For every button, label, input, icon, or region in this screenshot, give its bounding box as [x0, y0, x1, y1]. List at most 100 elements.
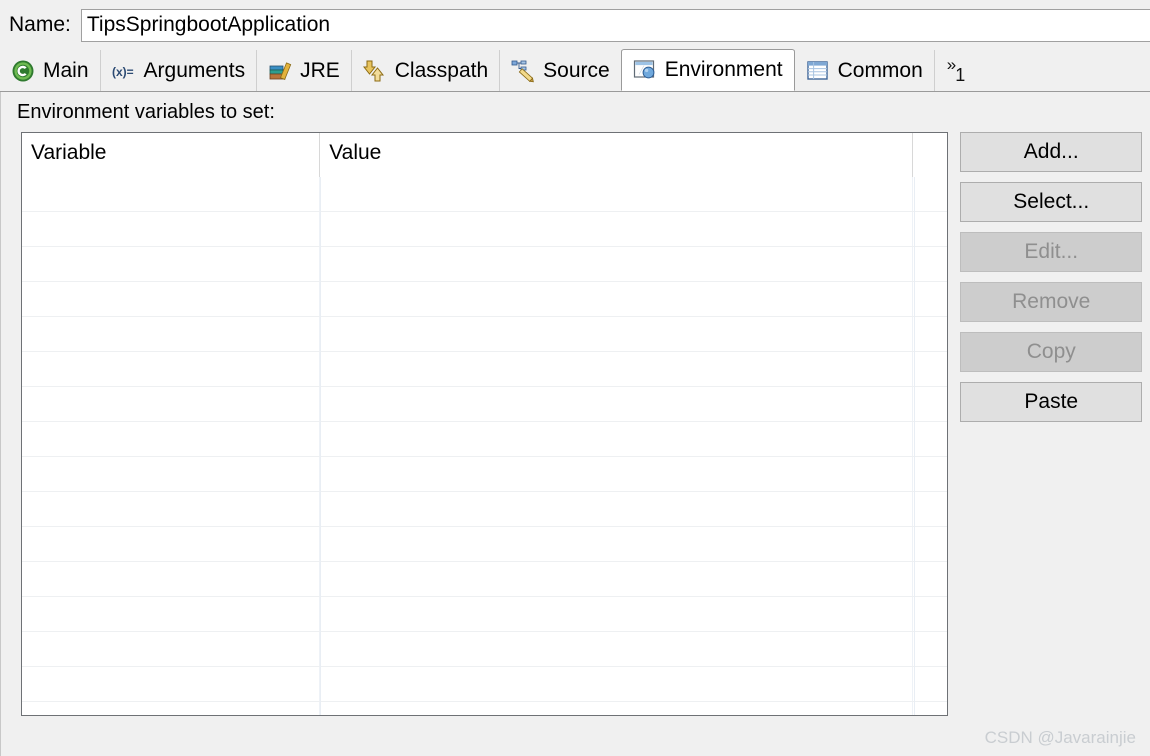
table-cell	[319, 562, 911, 596]
name-row: Name:	[0, 0, 1150, 50]
table-cell	[911, 317, 948, 351]
paste-button[interactable]: Paste	[960, 382, 1142, 422]
configuration-name-input[interactable]	[80, 8, 1150, 42]
table-row[interactable]	[22, 527, 948, 562]
edit-button: Edit...	[960, 232, 1142, 272]
tab-classpath-label: Classpath	[394, 58, 489, 82]
table-cell	[319, 422, 911, 456]
table-row[interactable]	[22, 457, 948, 492]
tab-common-label: Common	[837, 58, 923, 82]
table-cell	[22, 387, 319, 421]
table-cell	[911, 702, 948, 715]
table-row[interactable]	[22, 387, 948, 422]
table-cell	[911, 457, 948, 491]
table-cell	[22, 562, 319, 596]
watermark: CSDN @Javarainjie	[984, 728, 1136, 747]
table-row[interactable]	[22, 702, 948, 715]
tab-environment[interactable]: Environment	[620, 49, 795, 91]
table-cell	[22, 457, 319, 491]
table-row[interactable]	[22, 422, 948, 457]
table-row[interactable]	[22, 212, 948, 247]
tab-common[interactable]: Common	[793, 50, 935, 91]
table-cell	[22, 422, 319, 456]
table-row[interactable]	[22, 282, 948, 317]
table-icon	[806, 60, 828, 80]
table-rows	[22, 133, 948, 715]
table-cell	[911, 387, 948, 421]
table-cell	[22, 282, 319, 316]
environment-tab-panel: Environment variables to set: Variable V…	[0, 92, 1150, 756]
table-cell	[22, 352, 319, 386]
table-cell	[319, 597, 911, 631]
table-cell	[22, 247, 319, 281]
table-cell	[911, 632, 948, 666]
column-header-extra[interactable]	[911, 133, 948, 177]
add-button[interactable]: Add...	[960, 132, 1142, 172]
table-cell	[911, 597, 948, 631]
table-cell	[911, 247, 948, 281]
table-cell	[319, 317, 911, 351]
table-cell	[319, 282, 911, 316]
table-cell	[22, 702, 319, 715]
table-cell	[911, 667, 948, 701]
table-cell	[911, 352, 948, 386]
table-cell	[22, 492, 319, 526]
table-cell	[22, 317, 319, 351]
table-cell	[911, 177, 948, 211]
source-tree-icon	[511, 60, 535, 82]
table-cell	[911, 562, 948, 596]
tab-classpath[interactable]: Classpath	[350, 50, 501, 91]
table-cell	[319, 177, 911, 211]
table-row[interactable]	[22, 492, 948, 527]
table-cell	[319, 247, 911, 281]
tab-environment-label: Environment	[664, 58, 783, 81]
table-cell	[319, 387, 911, 421]
table-cell	[319, 212, 911, 246]
table-cell	[911, 492, 948, 526]
table-row[interactable]	[22, 317, 948, 352]
table-cell	[319, 352, 911, 386]
table-row[interactable]	[22, 562, 948, 597]
table-cell	[319, 492, 911, 526]
table-cell	[911, 282, 948, 316]
table-cell	[319, 632, 911, 666]
select-button[interactable]: Select...	[960, 182, 1142, 222]
tab-arguments[interactable]: (x)= Arguments	[99, 50, 258, 91]
table-cell	[319, 527, 911, 561]
table-cell	[22, 177, 319, 211]
tab-jre[interactable]: JRE	[256, 50, 352, 91]
table-row[interactable]	[22, 352, 948, 387]
table-row[interactable]	[22, 247, 948, 282]
java-main-icon	[12, 60, 34, 81]
tab-strip: Main (x)= Arguments JRE Classpath Source…	[0, 49, 1150, 92]
chevron-double-right-icon: »	[946, 54, 957, 74]
table-cell	[911, 527, 948, 561]
column-header-variable[interactable]: Variable	[22, 133, 319, 177]
table-row[interactable]	[22, 667, 948, 702]
table-cell	[319, 702, 911, 715]
tab-source[interactable]: Source	[499, 50, 622, 91]
section-label: Environment variables to set:	[17, 101, 275, 123]
svg-text:(x)=: (x)=	[112, 65, 134, 79]
tab-main-label: Main	[43, 58, 89, 82]
table-cell	[22, 597, 319, 631]
table-action-buttons: Add... Select... Edit... Remove Copy Pas…	[960, 132, 1142, 716]
table-row[interactable]	[22, 632, 948, 667]
table-row[interactable]	[22, 177, 948, 212]
tab-source-label: Source	[543, 58, 610, 82]
table-cell	[22, 632, 319, 666]
table-row[interactable]	[22, 597, 948, 632]
copy-button: Copy	[960, 332, 1142, 372]
tab-main[interactable]: Main	[0, 50, 101, 91]
tab-overflow-button[interactable]: » 1	[933, 50, 978, 91]
content-area: Variable Value Add... Select... Edit... …	[1, 124, 1150, 716]
tab-jre-label: JRE	[300, 58, 340, 82]
table-cell	[22, 527, 319, 561]
name-label: Name:	[9, 13, 71, 36]
variable-icon: (x)=	[112, 65, 134, 79]
table-cell	[319, 457, 911, 491]
tab-arguments-label: Arguments	[143, 58, 246, 82]
environment-variables-table[interactable]: Variable Value	[21, 132, 949, 716]
column-header-value[interactable]: Value	[319, 133, 911, 177]
table-cell	[911, 212, 948, 246]
